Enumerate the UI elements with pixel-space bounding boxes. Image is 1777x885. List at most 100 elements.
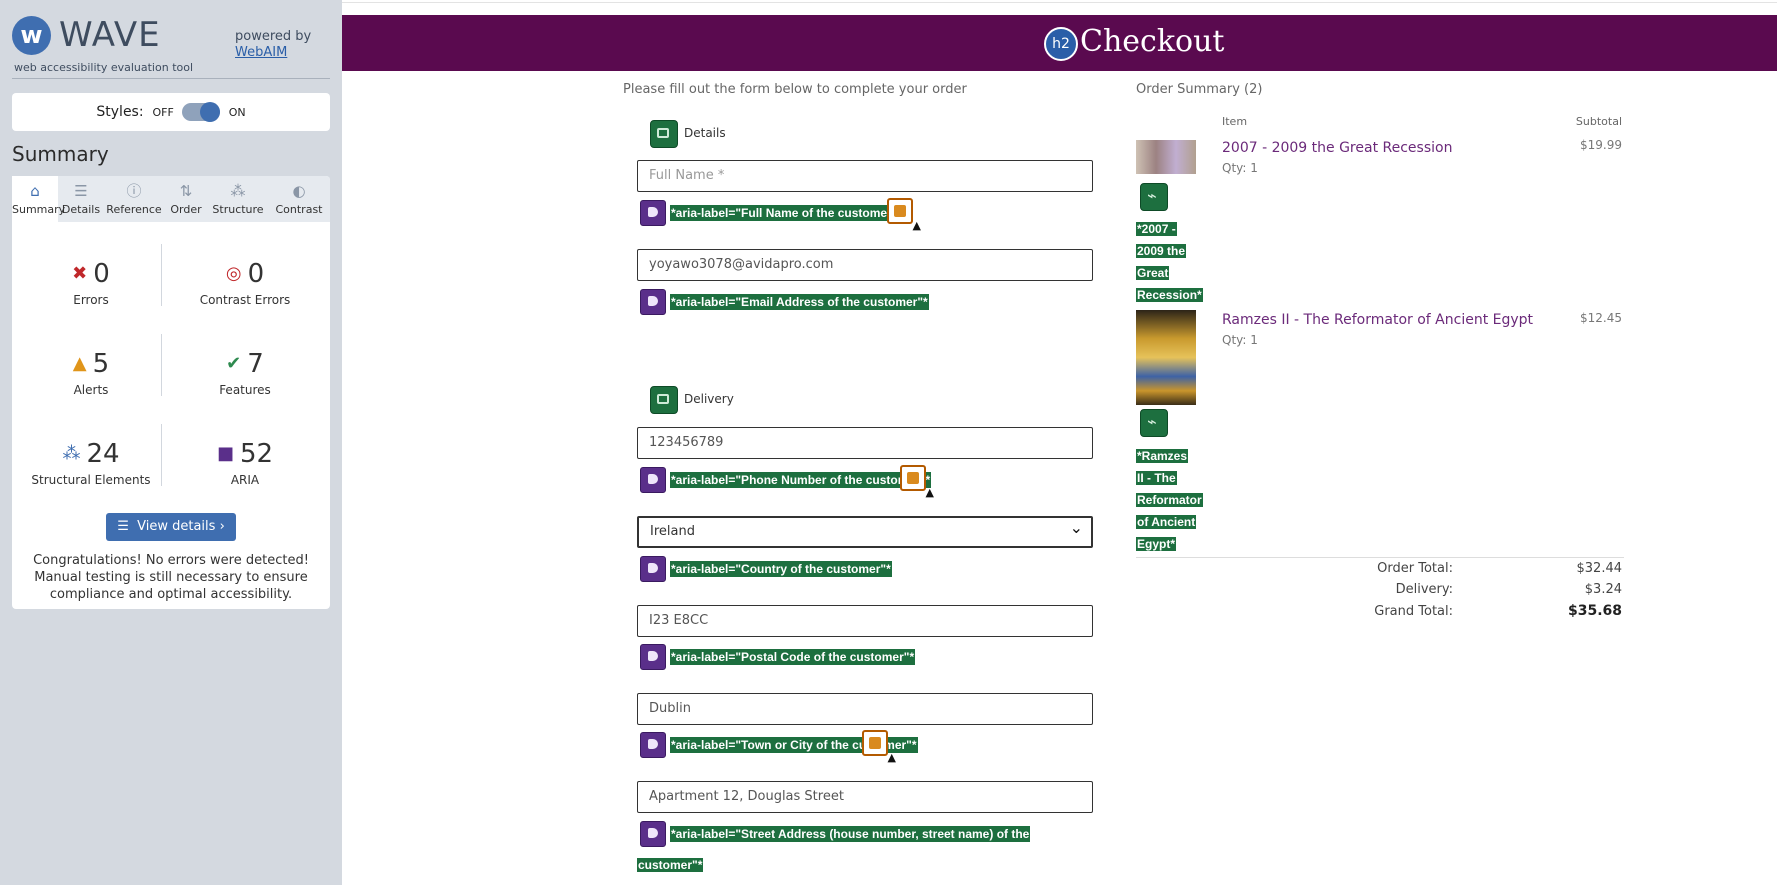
wave-logo-subtitle: web accessibility evaluation tool [14,61,194,74]
powered-by-text: powered by [235,29,312,44]
tab-details[interactable]: ☰ Details [58,176,104,222]
wave-sidebar: w WAVE web accessibility evaluation tool… [0,0,342,885]
alt-text-line: 2009 the [1136,244,1187,258]
alert-label-icon[interactable] [862,730,896,764]
alerts-count: 5 [92,349,110,379]
totals-divider [1136,557,1624,558]
wave-logo-word: WAVE [59,15,161,55]
aria-tag-icon[interactable] [640,200,666,226]
product-qty: Qty: 1 [1222,333,1258,347]
delivery-label: Delivery [684,392,734,406]
postal-code-field[interactable]: I23 E8CC [637,605,1093,637]
tab-reference[interactable]: ⓘ Reference [104,176,164,222]
alt-text-line: *Ramzes [1136,449,1189,463]
summary-panel: ⌂ Summary ☰ Details ⓘ Reference ⇅ Order … [12,176,330,609]
stat-divider [161,244,162,306]
styles-toggle[interactable] [182,102,221,122]
full-name-field[interactable]: Full Name * [637,160,1093,192]
stat-errors[interactable]: ✖ 0 Errors [21,258,161,308]
product-price: $19.99 [1580,138,1622,152]
list-icon: ☰ [74,182,88,200]
styles-on-label: ON [228,106,246,119]
alert-label-icon[interactable] [887,198,921,232]
tab-summary[interactable]: ⌂ Summary [12,176,66,222]
panel-tabs: ⌂ Summary ☰ Details ⓘ Reference ⇅ Order … [12,176,330,222]
powered-by: powered by WebAIM [235,29,311,61]
stat-features[interactable]: ✔ 7 Features [175,348,315,398]
list-icon: ☰ [117,519,129,534]
tab-contrast[interactable]: ◐ Contrast [268,176,330,222]
alerts-label: Alerts [73,383,109,397]
linked-image-icon[interactable] [1140,409,1168,437]
styles-off-label: OFF [152,106,174,119]
tab-structure[interactable]: ⁂ Structure [208,176,268,222]
view-details-label: View details › [137,519,225,534]
fieldset-icon[interactable] [650,386,678,414]
alt-text-line: Recession* [1136,288,1203,302]
h2-structure-icon[interactable]: h2 [1044,27,1078,61]
tab-order[interactable]: ⇅ Order [164,176,208,222]
aria-label: ARIA [230,473,260,487]
feature-check-icon: ✔ [226,353,242,374]
sidebar-divider [12,78,330,79]
street-address-field[interactable]: Apartment 12, Douglas Street [637,781,1093,813]
aria-count: 52 [239,439,274,469]
aria-label-text: *aria-label="Postal Code of the customer… [670,649,916,665]
tab-order-label: Order [170,203,202,216]
top-border [342,2,1777,3]
stat-divider [161,334,162,396]
delivery-label: Delivery: [1395,582,1453,597]
tab-contrast-label: Contrast [275,203,323,216]
linked-image-icon[interactable] [1140,183,1168,211]
tab-summary-label: Summary [12,203,66,216]
aria-tag-icon[interactable] [640,467,666,493]
stat-structural[interactable]: ⁂ 24 Structural Elements [21,438,161,488]
aria-tag-icon[interactable] [640,821,666,847]
town-field[interactable]: Dublin [637,693,1093,725]
phone-field[interactable]: 123456789 [637,427,1093,459]
stat-aria[interactable]: ■ 52 ARIA [175,438,315,488]
stat-contrast-errors[interactable]: ◎ 0 Contrast Errors [175,258,315,308]
aria-tag-icon[interactable] [640,644,666,670]
tab-structure-label: Structure [212,203,264,216]
grand-total-value: $35.68 [1567,603,1622,619]
wave-logo-icon: w [12,16,51,55]
order-total-label: Order Total: [1377,561,1453,576]
product-link[interactable]: Ramzes II - The Reformator of Ancient Eg… [1222,311,1533,329]
email-field[interactable]: yoyawo3078@avidapro.com [637,249,1093,281]
styles-toggle-card: Styles: OFF ON [12,93,330,131]
errors-count: 0 [93,259,110,289]
summary-heading: Summary [12,142,109,166]
view-details-button[interactable]: ☰ View details › [106,513,236,541]
webaim-link[interactable]: WebAIM [235,45,287,60]
stat-divider [161,424,162,486]
error-icon: ✖ [72,263,88,284]
structural-count: 24 [86,439,120,469]
product-link[interactable]: 2007 - 2009 the Great Recession [1222,139,1452,157]
aria-label-continuation: customer"* [637,855,997,876]
contrast-errors-count: 0 [247,259,265,289]
order-total-value: $32.44 [1576,561,1623,576]
tab-details-label: Details [61,203,101,216]
country-select[interactable]: Ireland [637,514,1093,548]
alt-text-line: Great [1136,266,1170,280]
congrats-message: Congratulations! No errors were detected… [33,553,309,602]
aria-tag-icon[interactable] [640,289,666,315]
page-title: Checkout [1080,24,1225,59]
order-summary-title: Order Summary (2) [1136,82,1263,97]
fieldset-icon[interactable] [650,120,678,148]
page-header: h2 Checkout [342,15,1777,71]
aria-cube-icon: ■ [216,443,234,464]
tab-reference-label: Reference [106,203,162,216]
structural-label: Structural Elements [31,473,151,487]
alt-text-line: *2007 - [1136,222,1177,236]
stat-alerts[interactable]: ▲ 5 Alerts [21,348,161,398]
alt-text-line: II - The [1136,471,1177,485]
form-instructions: Please fill out the form below to comple… [623,82,967,97]
aria-tag-icon[interactable] [640,732,666,758]
toggle-knob [200,102,221,122]
alert-label-icon[interactable] [900,465,934,499]
home-icon: ⌂ [30,182,40,200]
aria-tag-icon[interactable] [640,556,666,582]
col-item-header: Item [1222,115,1248,128]
